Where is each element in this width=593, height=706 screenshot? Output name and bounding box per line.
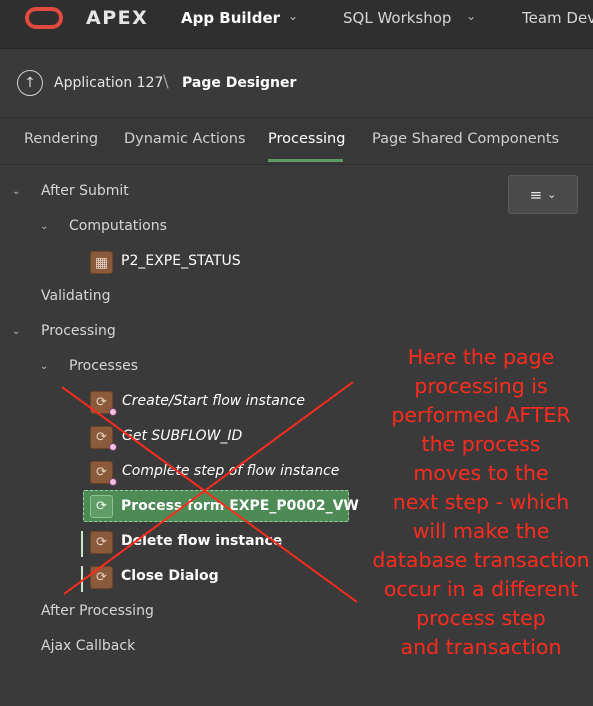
- chevron-down-icon[interactable]: ⌄: [466, 9, 476, 23]
- annotation-line: database transaction: [372, 548, 590, 572]
- breadcrumb-application[interactable]: Application 127: [54, 75, 163, 91]
- tab-processing[interactable]: Processing: [268, 131, 345, 147]
- annotation-line: occur in a different: [383, 577, 579, 601]
- tree-node-validating[interactable]: Validating: [41, 288, 110, 308]
- annotation-line: moves to the: [413, 461, 549, 485]
- annotation-line: Here the page: [407, 345, 555, 369]
- process-icon: ⟳: [90, 566, 113, 589]
- up-arrow-icon[interactable]: ↑: [17, 70, 43, 96]
- annotation-line: performed AFTER: [391, 403, 571, 427]
- annotation-line: will make the: [412, 519, 550, 543]
- breadcrumb-page-designer: Page Designer: [182, 75, 297, 91]
- tree-focus-bar: [81, 566, 83, 592]
- annotation-line: next step - which: [392, 490, 570, 514]
- chevron-down-icon[interactable]: ⌄: [288, 9, 298, 23]
- process-item-close-dialog[interactable]: Close Dialog: [121, 568, 219, 584]
- tree-node-ajax-callback[interactable]: Ajax Callback: [41, 638, 135, 658]
- tree-focus-bar: [81, 531, 83, 557]
- collapse-toggle-icon[interactable]: ⌄: [40, 361, 48, 372]
- condition-indicator-icon: [109, 478, 117, 486]
- collapse-toggle-icon[interactable]: ⌄: [40, 221, 48, 232]
- oracle-logo-icon[interactable]: [25, 7, 63, 29]
- annotation-line: and transaction: [400, 635, 562, 659]
- process-item-complete-step[interactable]: Complete step of flow instance: [122, 463, 339, 479]
- tree-node-computations[interactable]: Computations: [69, 218, 167, 238]
- tree-node-processing[interactable]: Processing: [41, 323, 116, 343]
- chevron-down-icon: ⌄: [547, 188, 557, 201]
- collapse-toggle-icon[interactable]: ⌄: [12, 326, 20, 337]
- process-item-process-form[interactable]: Process form EXPE_P0002_VW: [121, 498, 359, 514]
- tree-node-after-submit[interactable]: After Submit: [41, 183, 129, 203]
- breadcrumb-separator: \: [163, 72, 169, 92]
- annotation-line: process step: [416, 606, 546, 630]
- tab-rendering[interactable]: Rendering: [24, 131, 98, 147]
- nav-sql-workshop[interactable]: SQL Workshop: [343, 9, 451, 27]
- process-item-delete-flow-instance[interactable]: Delete flow instance: [121, 533, 282, 549]
- calculator-icon: ▦: [90, 251, 113, 274]
- tree-node-after-processing[interactable]: After Processing: [41, 603, 154, 623]
- annotation-line: processing is: [414, 374, 548, 398]
- tree-node-processes[interactable]: Processes: [69, 358, 138, 378]
- process-item-create-start[interactable]: Create/Start flow instance: [122, 393, 305, 409]
- tree-node-computation-item[interactable]: P2_EXPE_STATUS: [121, 253, 241, 273]
- process-icon: ⟳: [90, 495, 113, 518]
- condition-indicator-icon: [109, 408, 117, 416]
- nav-app-builder[interactable]: App Builder: [181, 9, 280, 27]
- process-item-get-subflow-id[interactable]: Get SUBFLOW_ID: [122, 428, 242, 444]
- tree-menu-button[interactable]: ≡ ⌄: [508, 175, 578, 214]
- process-icon: ⟳: [90, 531, 113, 554]
- annotation-note: Here the page processing is performed AF…: [362, 343, 593, 662]
- apex-brand[interactable]: APEX: [86, 7, 148, 29]
- tab-dynamic-actions[interactable]: Dynamic Actions: [124, 131, 246, 147]
- nav-team-dev[interactable]: Team Dev: [522, 9, 593, 27]
- tab-page-shared-components[interactable]: Page Shared Components: [372, 131, 559, 147]
- annotation-line: the process: [421, 432, 541, 456]
- menu-lines-icon: ≡: [529, 185, 543, 204]
- condition-indicator-icon: [109, 443, 117, 451]
- collapse-toggle-icon[interactable]: ⌄: [12, 186, 20, 197]
- active-tab-indicator: [268, 159, 343, 162]
